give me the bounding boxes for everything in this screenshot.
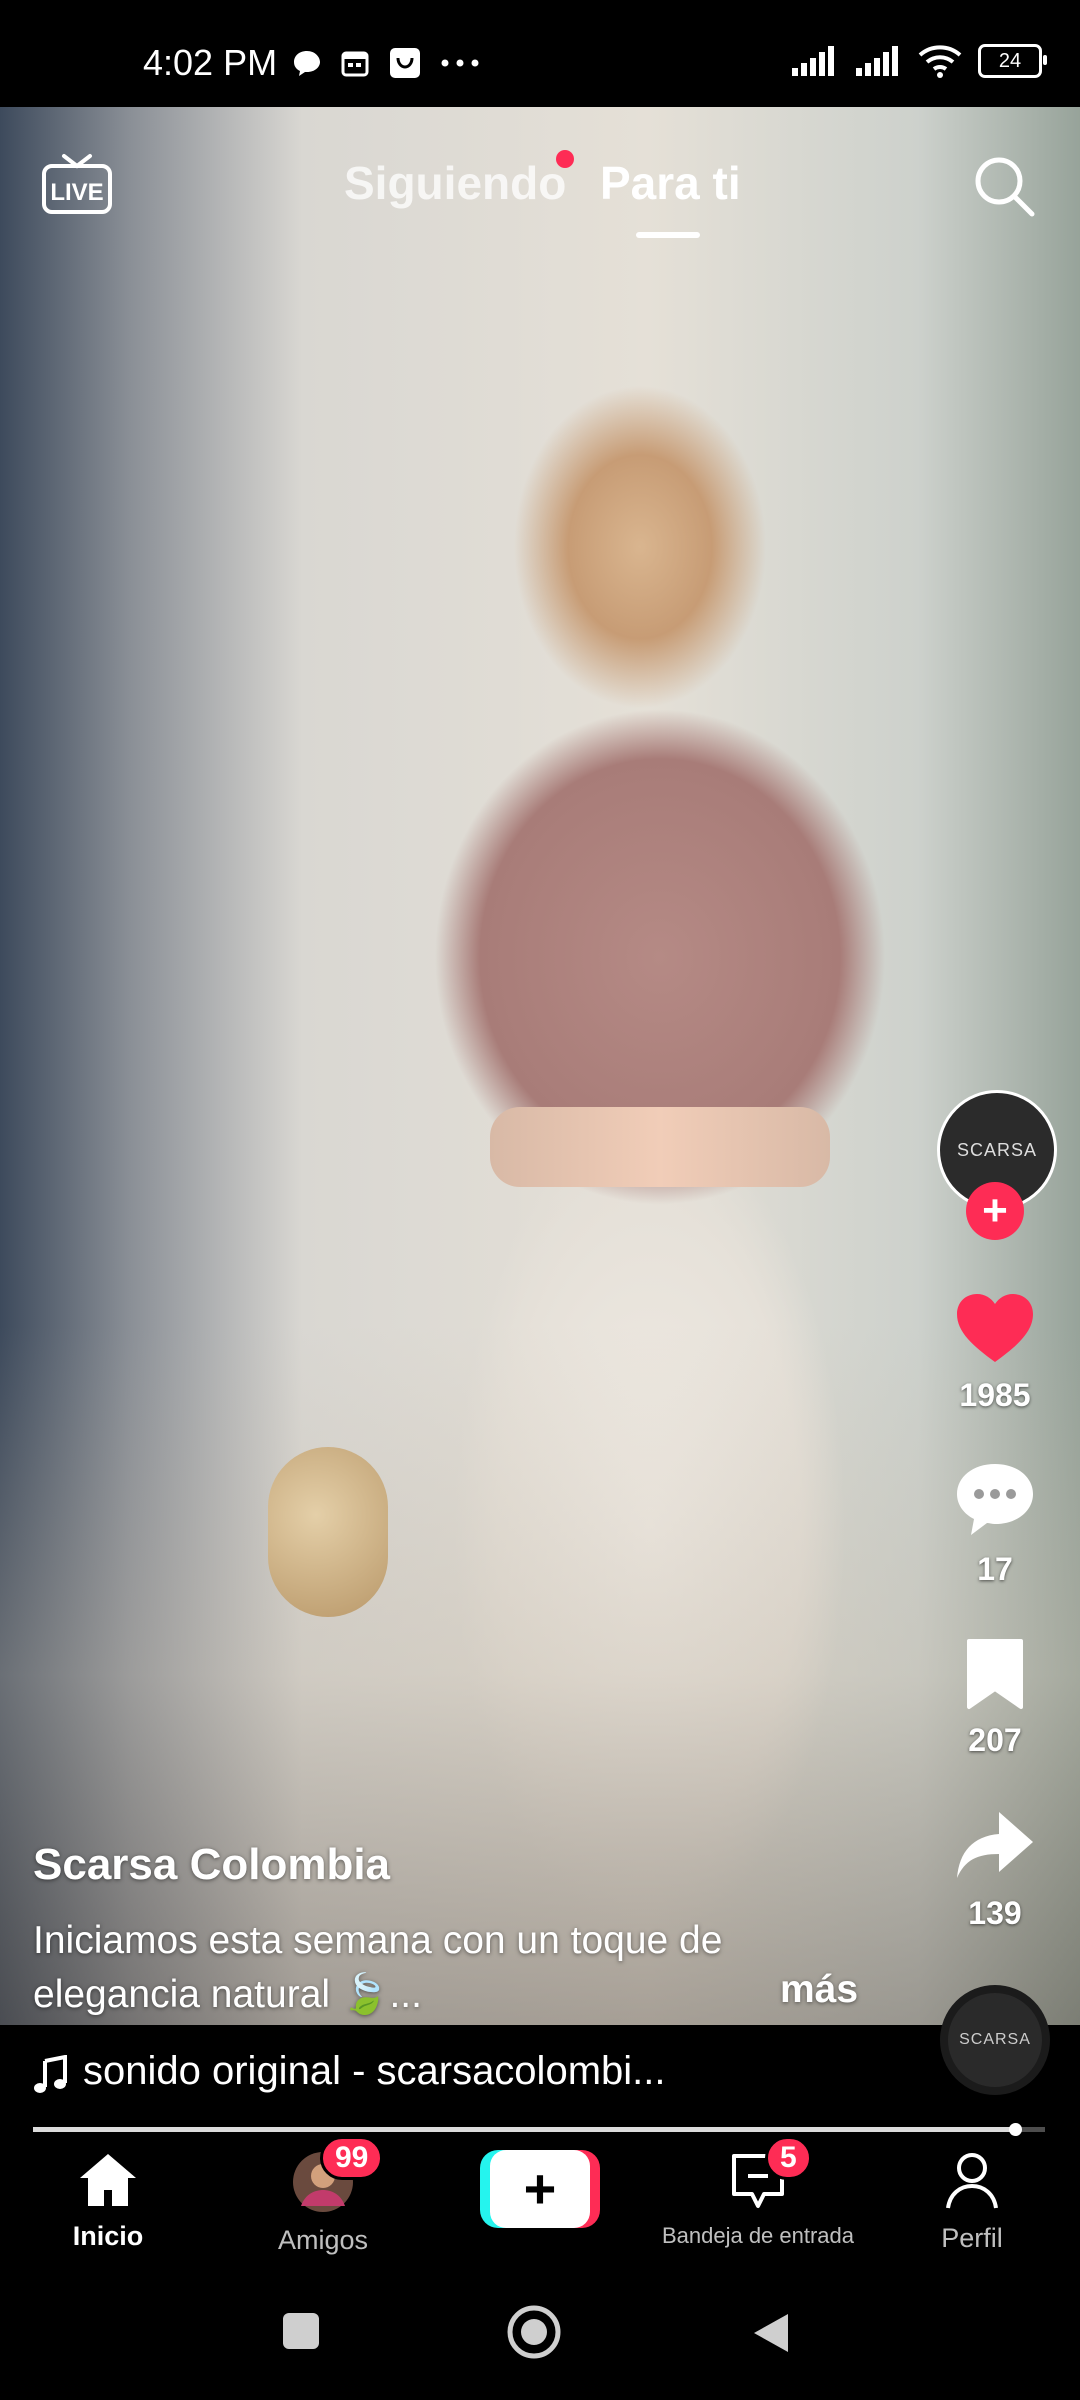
more-dots-icon — [441, 59, 479, 67]
active-tab-indicator — [636, 232, 700, 238]
nav-profile-label: Perfil — [941, 2223, 1003, 2253]
home-icon — [80, 2154, 136, 2206]
nav-inbox[interactable]: Bandeja de entrada 5 — [645, 2136, 871, 2249]
like-count: 1985 — [959, 1377, 1031, 1413]
author-name[interactable]: Scarsa Colombia — [33, 1840, 390, 1890]
like-button[interactable]: 1985 — [930, 1290, 1060, 1414]
battery-level: 24 — [998, 49, 1022, 72]
save-button[interactable]: 207 — [930, 1635, 1060, 1759]
notification-icons — [292, 46, 480, 80]
disc-text: SCARSA — [959, 2031, 1031, 2048]
system-nav-bar — [0, 2286, 1080, 2400]
comment-icon — [957, 1464, 1033, 1535]
music-note-icon — [34, 2055, 67, 2093]
wifi-icon — [918, 45, 962, 78]
bottom-nav: Inicio Amigos 99 + Bandeja de entrada 5 … — [0, 2136, 1080, 2286]
system-icons: 24 — [790, 44, 1047, 78]
battery-icon: 24 — [978, 44, 1047, 78]
music-disc[interactable]: SCARSA — [940, 1985, 1050, 2095]
chat-bubble-icon — [294, 51, 320, 76]
friends-badge: 99 — [320, 2136, 384, 2180]
nav-friends[interactable]: Amigos 99 — [262, 2136, 384, 2256]
video-progress-bar[interactable] — [33, 2123, 1045, 2136]
nav-profile[interactable]: Perfil — [922, 2150, 1022, 2254]
calendar-icon — [341, 51, 369, 77]
plus-icon: + — [490, 2150, 590, 2228]
following-notification-dot — [556, 150, 574, 168]
caption-line-1: Iniciamos esta semana con un toque de — [33, 1919, 723, 1962]
heart-icon — [957, 1294, 1033, 1362]
video-clutch — [268, 1447, 388, 1617]
shopping-bag-icon — [390, 48, 420, 78]
video-caption[interactable]: Iniciamos esta semana con un toque de el… — [33, 1914, 853, 2022]
feed-tabs: Siguiendo Para ti — [0, 150, 1080, 250]
nav-friends-label: Amigos — [277, 2225, 369, 2255]
video-progress-fill — [33, 2127, 1015, 2132]
inbox-badge: 5 — [765, 2136, 812, 2180]
avatar-text: SCARSA — [956, 1139, 1038, 1160]
music-bar[interactable]: sonido original - scarsacolombi... — [0, 2025, 1080, 2137]
back-triangle-icon[interactable] — [750, 2310, 792, 2356]
nav-home-label: Inicio — [72, 2221, 144, 2251]
share-button[interactable]: 139 — [930, 1808, 1060, 1932]
tab-following[interactable]: Siguiendo — [344, 156, 566, 210]
create-button[interactable]: + — [480, 2150, 600, 2228]
signal-icon — [856, 46, 898, 76]
home-circle-icon[interactable] — [506, 2304, 562, 2360]
share-count: 139 — [968, 1895, 1022, 1931]
video-progress-knob[interactable] — [1008, 2123, 1022, 2136]
profile-icon — [946, 2153, 998, 2209]
music-title: sonido original - scarsacolombi... — [83, 2049, 666, 2093]
comment-button[interactable]: 17 — [930, 1460, 1060, 1588]
video-belt — [490, 1107, 830, 1187]
tab-for-you[interactable]: Para ti — [600, 156, 741, 210]
status-bar: 4:02 PM 24 — [0, 0, 1080, 107]
signal-icon — [792, 46, 834, 76]
see-more-link[interactable]: más — [780, 1968, 858, 2012]
save-count: 207 — [968, 1722, 1022, 1758]
nav-inbox-label: Bandeja de entrada — [661, 2223, 855, 2248]
comment-count: 17 — [977, 1551, 1013, 1587]
bookmark-icon — [967, 1639, 1023, 1709]
search-icon[interactable] — [970, 152, 1038, 220]
follow-button[interactable]: + — [966, 1182, 1024, 1240]
status-time: 4:02 PM — [143, 42, 278, 83]
caption-line-2: elegancia natural 🍃... — [33, 1973, 422, 2016]
recents-square-icon[interactable] — [280, 2310, 322, 2352]
video-player[interactable] — [0, 107, 1080, 2025]
nav-home[interactable]: Inicio — [58, 2150, 158, 2252]
share-arrow-icon — [957, 1812, 1033, 1878]
